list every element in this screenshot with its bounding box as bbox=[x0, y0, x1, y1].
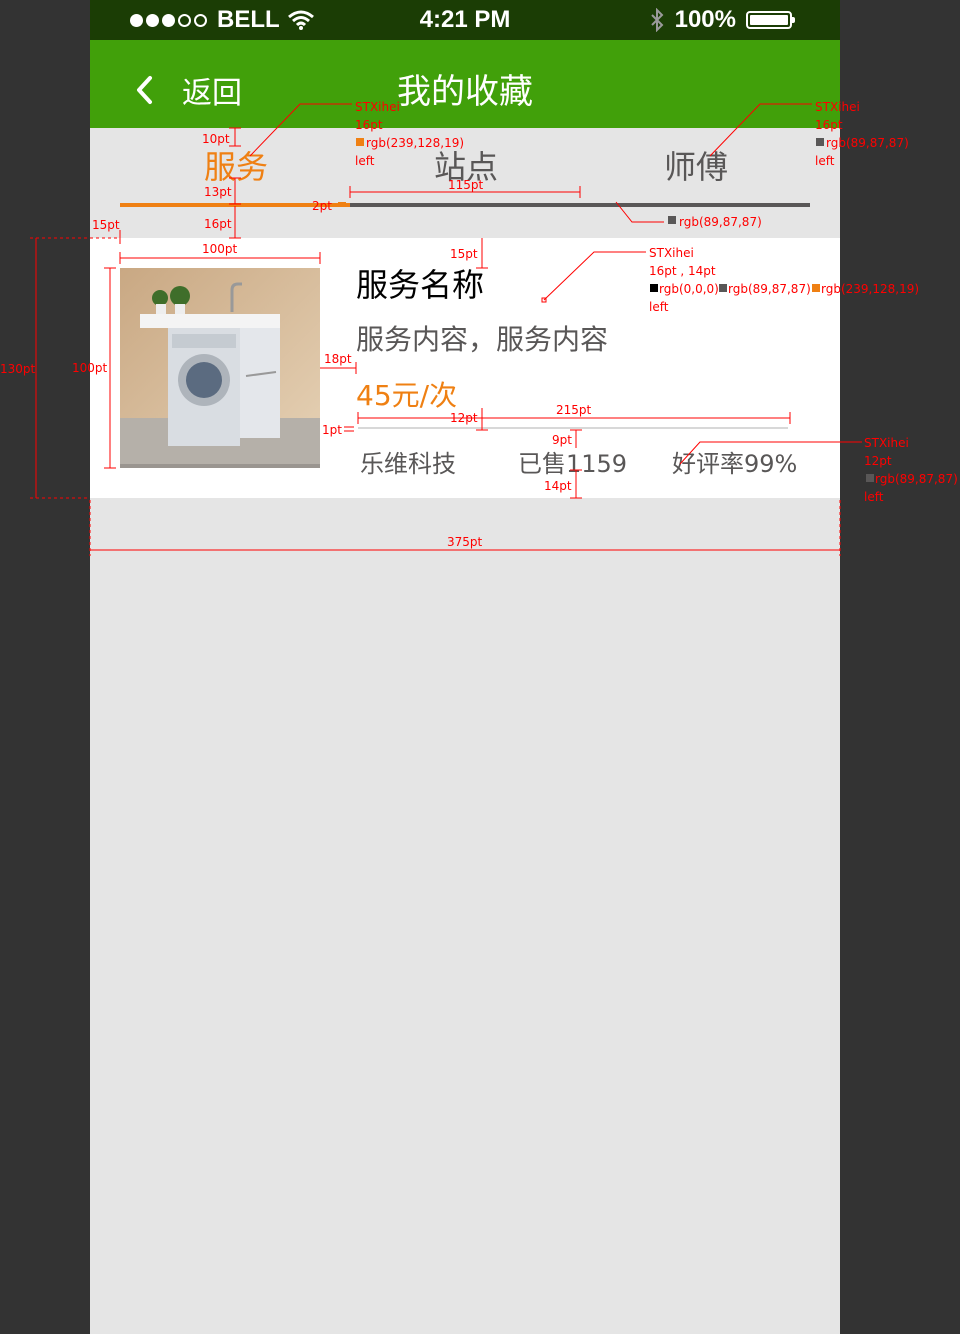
provider-name: 乐维科技 bbox=[360, 450, 456, 478]
spec-meta-font: STXihei bbox=[864, 436, 909, 450]
nav-bar: 返回 我的收藏 bbox=[90, 40, 840, 128]
spec-meta-size: 12pt bbox=[864, 454, 892, 468]
tab-services[interactable]: 服务 bbox=[204, 142, 268, 188]
tab-indicator-track bbox=[350, 203, 810, 207]
card-divider bbox=[358, 427, 788, 429]
dim-130pt: 130pt bbox=[0, 362, 36, 376]
tab-indicator-active bbox=[120, 203, 350, 207]
spec-meta-align: left bbox=[864, 490, 884, 504]
tab-bar: 服务 站点 师傅 bbox=[90, 128, 840, 238]
service-description: 服务内容，服务内容 bbox=[356, 323, 609, 356]
rating: 好评率99% bbox=[672, 450, 798, 478]
service-price: 45元/次 bbox=[356, 379, 458, 412]
spec-meta-color: rgb(89,87,87) bbox=[875, 472, 958, 486]
service-name: 服务名称 bbox=[356, 266, 485, 304]
sold-count: 已售1159 bbox=[518, 450, 628, 478]
status-bar: BELL 4:21 PM 100% bbox=[90, 0, 840, 40]
tab-masters[interactable]: 师傅 bbox=[664, 142, 728, 188]
page-title: 我的收藏 bbox=[397, 72, 533, 112]
service-thumbnail bbox=[120, 268, 320, 468]
battery-icon bbox=[746, 11, 795, 29]
tab-stations[interactable]: 站点 bbox=[434, 142, 498, 188]
bluetooth-icon bbox=[649, 8, 665, 32]
battery-percent: 100% bbox=[674, 6, 736, 33]
service-card[interactable]: 服务名称 服务内容，服务内容 45元/次 乐维科技 已售1159 好评率99% bbox=[90, 238, 840, 498]
phone-screen: BELL 4:21 PM 100% 返回 我的收藏 服务 站点 师傅 服务名称 … bbox=[90, 0, 840, 1334]
battery-group: 100% bbox=[649, 6, 795, 34]
